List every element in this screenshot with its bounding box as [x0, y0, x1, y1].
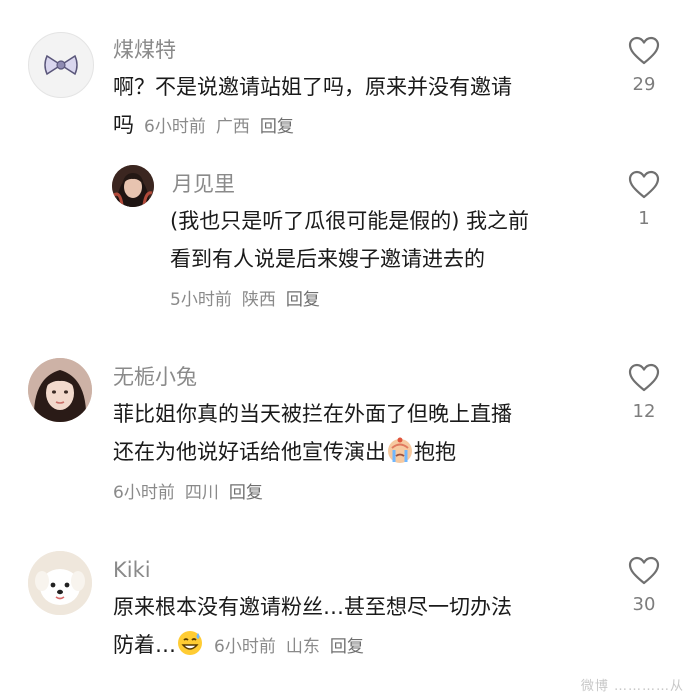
comment-text-line: 抱抱 — [414, 440, 456, 464]
heart-icon — [628, 363, 660, 392]
heart-icon — [628, 556, 660, 585]
bow-icon — [44, 54, 78, 76]
reply-button[interactable]: 回复 — [260, 117, 294, 137]
sweat-smile-emoji — [178, 631, 202, 655]
comment-text-line: 看到有人说是后来嫂子邀请进去的 — [170, 247, 485, 271]
comment-text-line: 菲比姐你真的当天被拦在外面了但晚上直播 — [113, 402, 512, 426]
comment-text: (我也只是听了瓜很可能是假的) 我之前 看到有人说是后来嫂子邀请进去的 — [170, 202, 600, 278]
comment-text: 菲比姐你真的当天被拦在外面了但晚上直播 还在为他说好话给他宣传演出 抱抱 — [113, 395, 593, 471]
comment-text-line: 啊？不是说邀请站姐了吗，原来并没有邀请 — [113, 75, 512, 99]
username[interactable]: Kiki — [113, 557, 151, 583]
comment-meta: 6小时前 广西 回复 — [144, 117, 304, 137]
comment-meta: 6小时前 山东 回复 — [214, 637, 374, 657]
comment-location: 山东 — [285, 637, 320, 657]
comment-text-line: (我也只是听了瓜很可能是假的) 我之前 — [170, 209, 530, 233]
watermark: 微博 …………从 — [580, 679, 684, 694]
like-button[interactable]: 1 — [624, 170, 664, 229]
avatar[interactable] — [28, 32, 94, 98]
white-dog-photo — [28, 551, 92, 615]
avatar[interactable] — [28, 551, 92, 615]
comment-time: 6小时前 — [113, 483, 175, 503]
reply-button[interactable]: 回复 — [330, 637, 364, 657]
portrait-photo — [28, 358, 92, 422]
username[interactable]: 月见里 — [172, 171, 235, 197]
like-button[interactable]: 29 — [624, 36, 664, 95]
heart-icon — [628, 170, 660, 199]
comment-text-line: 还在为他说好话给他宣传演出 — [113, 440, 386, 464]
comment-meta: 6小时前 四川 回复 — [113, 482, 273, 504]
comment-time: 5小时前 — [170, 290, 232, 310]
username[interactable]: 煤煤特 — [113, 37, 176, 63]
comment-meta: 5小时前 陕西 回复 — [170, 289, 330, 311]
username[interactable]: 无栀小兔 — [113, 364, 197, 390]
like-button[interactable]: 30 — [624, 556, 664, 615]
crying-face-emoji — [388, 437, 412, 463]
comment-location: 陕西 — [241, 290, 276, 310]
reply-button[interactable]: 回复 — [286, 290, 320, 310]
comment-time: 6小时前 — [144, 117, 206, 137]
like-count: 12 — [632, 401, 656, 422]
comment-text-line: 吗 — [113, 113, 134, 137]
comment-location: 广西 — [215, 117, 250, 137]
reply-button[interactable]: 回复 — [229, 483, 263, 503]
portrait-photo — [112, 165, 154, 207]
like-count: 29 — [632, 74, 656, 95]
like-count: 1 — [638, 208, 650, 229]
like-count: 30 — [632, 594, 656, 615]
comment-text-line: 防着… — [113, 633, 176, 657]
avatar[interactable] — [112, 165, 154, 207]
comment-text: 原来根本没有邀请粉丝…甚至想尽一切办法 防着… 6小时前 山东 回复 — [113, 588, 593, 666]
like-button[interactable]: 12 — [624, 363, 664, 422]
comment-time: 6小时前 — [214, 637, 276, 657]
comment-location: 四川 — [184, 483, 219, 503]
avatar[interactable] — [28, 358, 92, 422]
comment-text: 啊？不是说邀请站姐了吗，原来并没有邀请 吗 6小时前 广西 回复 — [113, 68, 593, 146]
comment-text-line: 原来根本没有邀请粉丝…甚至想尽一切办法 — [113, 595, 512, 619]
heart-icon — [628, 36, 660, 65]
